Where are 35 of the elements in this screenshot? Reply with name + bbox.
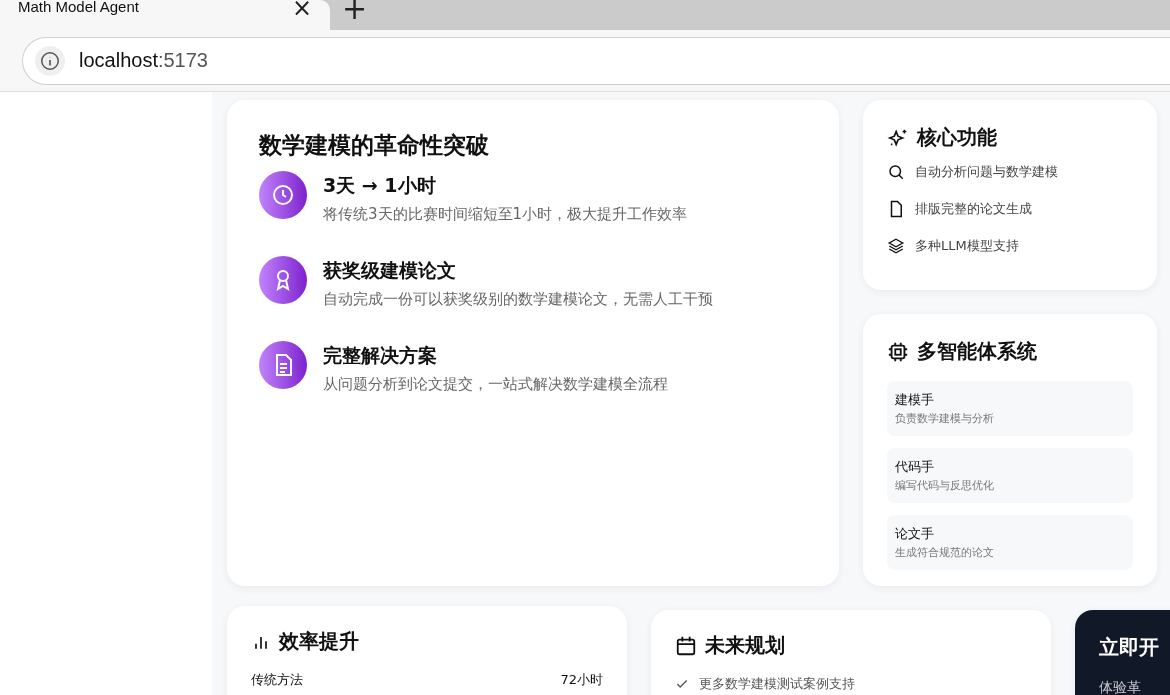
- feature-icon: [259, 341, 307, 389]
- feature-item: 多种LLM模型支持: [915, 237, 1019, 255]
- feature-icon: [259, 256, 307, 304]
- search-icon: [887, 163, 905, 181]
- browser-tab[interactable]: Math Model Agent ×: [0, 0, 330, 30]
- check-icon: [675, 677, 689, 691]
- agent-item: 建模手 负责数学建模与分析: [887, 381, 1133, 436]
- row-value: 72小时: [560, 671, 603, 689]
- address-bar[interactable]: localhost:5173: [22, 36, 1170, 85]
- feature-title: 3天 → 1小时: [323, 173, 437, 198]
- feature-description: 将传统3天的比赛时间缩短至1小时，极大提升工作效率: [323, 205, 688, 224]
- row-label: 传统方法: [251, 671, 303, 689]
- roadmap-item: 更多数学建模测试案例支持: [699, 675, 855, 693]
- calendar-icon: [675, 634, 697, 657]
- feature-title: 获奖级建模论文: [323, 258, 457, 283]
- feature-description: 自动完成一份可以获奖级别的数学建模论文，无需人工干预: [323, 290, 713, 309]
- layers-icon: [887, 237, 905, 255]
- feature-description: 从问题分析到论文提交，一站式解决数学建模全流程: [323, 375, 668, 394]
- agent-item: 论文手 生成符合规范的论文: [887, 515, 1133, 570]
- feature-item: 自动分析问题与数学建模: [915, 163, 1058, 181]
- card-title: 未来规划: [705, 632, 785, 659]
- agent-item: 代码手 编写代码与反思优化: [887, 448, 1133, 503]
- feature-icon: [259, 171, 307, 219]
- cta-description: 体验革: [1099, 679, 1142, 695]
- card-title: 多智能体系统: [917, 338, 1037, 365]
- chip-icon: [887, 340, 909, 363]
- feature-title: 完整解决方案: [323, 343, 438, 368]
- close-tab-button[interactable]: ×: [291, 0, 312, 16]
- cta-title: 立即开: [1099, 634, 1160, 661]
- info-icon[interactable]: [35, 45, 65, 76]
- new-tab-button[interactable]: +: [342, 0, 368, 18]
- feature-item: 排版完整的论文生成: [915, 200, 1032, 218]
- card-title: 效率提升: [279, 628, 359, 655]
- card-title: 核心功能: [917, 124, 997, 151]
- hero-title: 数学建模的革命性突破: [259, 131, 490, 160]
